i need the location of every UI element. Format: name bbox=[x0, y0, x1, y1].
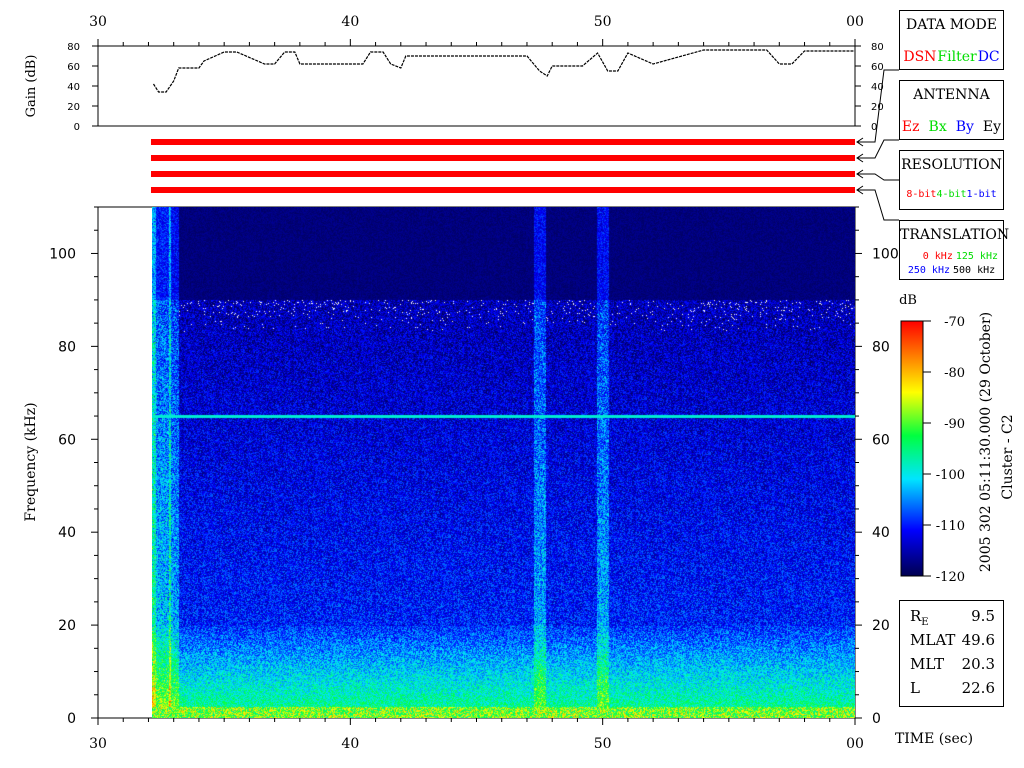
legend-item: 500 kHz bbox=[953, 265, 996, 276]
frequency-axis-label: Frequency (kHz) bbox=[23, 402, 39, 521]
orbit-info-value: 20.3 bbox=[961, 655, 995, 673]
translation-row-2: 250 kHz 500 kHz bbox=[900, 265, 1003, 276]
orbit-info-value: 9.5 bbox=[971, 607, 995, 625]
orbit-info-row: L 22.6 bbox=[910, 679, 995, 703]
spectrogram-image bbox=[152, 207, 855, 718]
legend-item: DSN bbox=[903, 49, 937, 65]
orbit-info-key: L bbox=[910, 679, 920, 697]
colorbar-tick-label: -120 bbox=[936, 570, 965, 585]
gain-y-tick-label: 40 bbox=[67, 82, 80, 93]
translation-row-1: 0 kHz 125 kHz bbox=[900, 251, 1003, 262]
gain-y-tick-label: 20 bbox=[67, 102, 80, 113]
gain-y-tick-label-right: 60 bbox=[871, 62, 884, 73]
colorbar-tick-label: -90 bbox=[944, 417, 965, 432]
orbit-info-key: RE bbox=[910, 607, 929, 628]
legend-item: 8-bit bbox=[906, 189, 937, 200]
time-axis-label: TIME (sec) bbox=[895, 731, 973, 747]
colorbar-unit-label: dB bbox=[899, 293, 917, 308]
spec-y-tick-label: 60 bbox=[58, 432, 76, 448]
data-mode-items: DSNFilterDC bbox=[900, 49, 1003, 65]
gain-panel: 30 40 50 000 020 2040 4060 6080 80 Gain (dB) bbox=[24, 14, 884, 133]
gain-x-tick-label: 50 bbox=[594, 14, 612, 30]
spec-y-tick-label: 20 bbox=[58, 618, 76, 634]
gain-x-tick-label: 00 bbox=[846, 14, 864, 30]
gain-y-axis-label: Gain (dB) bbox=[24, 55, 39, 118]
legend-item: DC bbox=[977, 49, 1000, 65]
connector-line bbox=[857, 173, 899, 181]
colorbar-gradient bbox=[900, 320, 924, 577]
mode-bars bbox=[150, 139, 856, 193]
spacecraft-caption: Cluster - C2 bbox=[1000, 414, 1016, 499]
resolution-items: 8-bit4-bit1-bit bbox=[900, 189, 1003, 200]
colorbar-tick-label: -80 bbox=[944, 366, 965, 381]
legend-item: 250 kHz bbox=[907, 265, 950, 276]
spectrogram-foreign bbox=[152, 207, 855, 718]
spec-x-tick-label: 50 bbox=[594, 736, 612, 752]
antenna-title: ANTENNA bbox=[913, 87, 990, 103]
legend-item: 1-bit bbox=[966, 189, 997, 200]
gain-y-tick-label: 0 bbox=[74, 122, 80, 133]
spec-y-tick-label-right: 100 bbox=[872, 246, 899, 262]
spec-y-tick-label: 100 bbox=[49, 246, 76, 262]
connector-line bbox=[857, 139, 899, 159]
legend-item: By bbox=[955, 119, 974, 135]
orbit-info-row: RE 9.5 bbox=[910, 607, 995, 631]
spec-y-tick-label: 40 bbox=[58, 525, 76, 541]
translation-title: TRANSLATION bbox=[900, 227, 1010, 243]
orbit-info-key: MLT bbox=[910, 655, 945, 673]
colorbar: dB -70 -80 -90 -100 -110 -120 bbox=[899, 293, 965, 585]
spec-y-tick-label-right: 80 bbox=[872, 339, 890, 355]
gain-y-tick-label: 80 bbox=[67, 42, 80, 53]
gain-x-tick-label: 40 bbox=[341, 14, 359, 30]
antenna-box: ANTENNA Ez Bx By Ey bbox=[899, 80, 1004, 140]
spec-y-tick-label-right: 40 bbox=[872, 525, 890, 541]
spec-x-tick-label: 00 bbox=[846, 736, 864, 752]
legend-item: Filter bbox=[937, 49, 977, 65]
translation-box: TRANSLATION 0 kHz 125 kHz 250 kHz 500 kHz bbox=[899, 220, 1010, 280]
orbit-info-box: RE 9.5 MLAT 49.6 MLT 20.3 L 22.6 bbox=[899, 600, 1004, 707]
legend-item: Bx bbox=[928, 119, 947, 135]
spec-y-tick-label-right: 60 bbox=[872, 432, 890, 448]
antenna-items: Ez Bx By Ey bbox=[900, 119, 1003, 135]
gain-x-tick-label: 30 bbox=[89, 14, 107, 30]
date-caption: 2005 302 05:11:30.000 (29 October) bbox=[978, 312, 994, 572]
resolution-title: RESOLUTION bbox=[901, 157, 1002, 173]
chart-canvas: 30 40 50 000 020 2040 4060 6080 80 Gain (dB) 30 4… bbox=[23, 14, 1016, 752]
data-mode-box: DATA MODE DSNFilterDC bbox=[899, 10, 1004, 70]
gain-y-tick-label-right: 20 bbox=[871, 102, 884, 113]
orbit-info-row: MLT 20.3 bbox=[910, 655, 995, 679]
colorbar-tick-label: -110 bbox=[936, 519, 965, 534]
data-mode-title: DATA MODE bbox=[906, 17, 997, 33]
legend-item: 4-bit bbox=[936, 189, 967, 200]
orbit-info-key: MLAT bbox=[910, 631, 956, 649]
spec-x-tick-label: 30 bbox=[89, 736, 107, 752]
mode-bar bbox=[150, 155, 856, 161]
colorbar-tick-label: -70 bbox=[944, 315, 965, 330]
mode-bar bbox=[150, 187, 856, 193]
mode-bar bbox=[150, 171, 856, 177]
orbit-info-value: 22.6 bbox=[961, 679, 995, 697]
spec-y-tick-label: 80 bbox=[58, 339, 76, 355]
gain-y-tick-label-right: 80 bbox=[871, 42, 884, 53]
orbit-info-key-subscript: E bbox=[921, 617, 929, 628]
orbit-info-value: 49.6 bbox=[961, 631, 995, 649]
spec-y-tick-label-right: 0 bbox=[872, 711, 881, 727]
legend-item: Ez bbox=[901, 119, 920, 135]
colorbar-tick-label: -100 bbox=[936, 468, 965, 483]
spectrogram-panel: 30 40 50 000 020 2040 4060 6080 80100 100 Frequen… bbox=[23, 206, 973, 752]
mode-bar bbox=[150, 139, 856, 145]
legend-item: 125 kHz bbox=[955, 251, 998, 262]
orbit-info-row: MLAT 49.6 bbox=[910, 631, 995, 655]
connector-line bbox=[857, 189, 899, 221]
legend-item: 0 kHz bbox=[922, 251, 953, 262]
spec-y-tick-label: 0 bbox=[67, 711, 76, 727]
resolution-box: RESOLUTION 8-bit4-bit1-bit bbox=[899, 150, 1004, 210]
legend-item: Ey bbox=[982, 119, 1002, 135]
gain-y-tick-label: 60 bbox=[67, 62, 80, 73]
spec-y-tick-label-right: 20 bbox=[872, 618, 890, 634]
colorbar-ticks: -70 -80 -90 -100 -110 -120 bbox=[923, 315, 965, 585]
spec-x-tick-label: 40 bbox=[341, 736, 359, 752]
